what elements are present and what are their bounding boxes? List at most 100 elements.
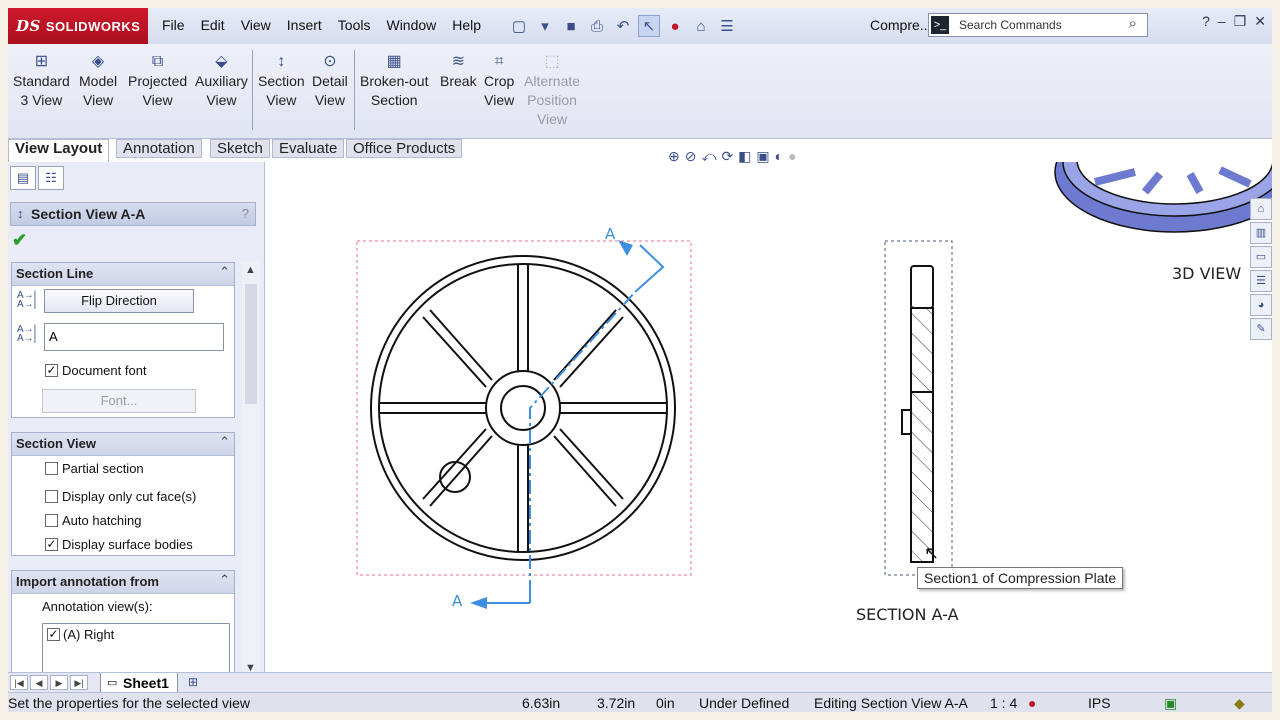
tab-office-products[interactable]: Office Products <box>346 139 463 158</box>
crop-view-button[interactable]: ⌗ Crop View <box>484 52 514 110</box>
select-pointer-icon[interactable]: ↖ <box>638 15 660 37</box>
appearance-icon[interactable]: ● <box>788 148 796 165</box>
break-button[interactable]: ≋ Break <box>440 52 477 91</box>
help-icon[interactable]: ▣ <box>1164 695 1177 712</box>
section-label-top[interactable]: A <box>605 225 615 243</box>
font-button[interactable]: Font... <box>42 389 196 413</box>
section-arrow-top-icon <box>618 240 633 256</box>
feature-manager-tab-icon[interactable]: ▤ <box>10 166 36 190</box>
undo-icon[interactable]: ↶ <box>612 15 634 37</box>
zoom-to-fit-icon[interactable]: ⊕ <box>668 148 680 165</box>
standard-3-view-button[interactable]: ⊞ Standard 3 View <box>13 52 70 110</box>
restore-icon[interactable]: ❐ <box>1234 13 1247 30</box>
partial-section-checkbox[interactable] <box>45 462 58 475</box>
minimize-icon[interactable]: – <box>1218 13 1226 30</box>
scroll-up-icon[interactable]: ▲ <box>245 264 256 276</box>
view-palette-icon[interactable]: ☰ <box>1250 270 1272 292</box>
options-icon[interactable]: ☰ <box>716 15 738 37</box>
help-icon[interactable]: ? <box>1202 13 1210 30</box>
search-placeholder: Search Commands <box>959 18 1062 32</box>
custom-properties-icon[interactable]: ✎ <box>1250 318 1272 340</box>
zoom-to-area-icon[interactable]: ⊘ <box>685 148 697 165</box>
auto-hatching-checkbox[interactable] <box>45 514 58 527</box>
first-sheet-icon[interactable]: |◀ <box>10 675 28 690</box>
tab-view-layout[interactable]: View Layout <box>8 139 110 162</box>
mouse-pointer-icon: ↖ <box>924 543 940 563</box>
rebuild-icon[interactable]: ● <box>664 15 686 37</box>
search-icon[interactable]: ⌕ <box>1129 15 1137 32</box>
section-view-label[interactable]: SECTION A-A <box>856 605 959 624</box>
previous-view-icon[interactable]: ⤺ <box>701 148 716 165</box>
close-icon[interactable]: ✕ <box>1254 13 1266 30</box>
alternate-position-view-button[interactable]: ⬚ Alternate Position View <box>524 52 580 129</box>
model-view-button[interactable]: ◈ Model View <box>79 52 117 110</box>
file-properties-icon[interactable]: ⌂ <box>690 15 712 37</box>
open-folder-icon[interactable]: ▾ <box>534 15 556 37</box>
status-units[interactable]: IPS <box>1088 695 1111 711</box>
menu-insert[interactable]: Insert <box>279 17 330 33</box>
drawing-svg <box>356 162 1272 609</box>
view-orientation-icon[interactable]: ▣ <box>756 148 769 165</box>
broken-out-section-icon: ▦ <box>386 53 402 70</box>
save-icon[interactable]: ■ <box>560 15 582 37</box>
rebuild-indicator-icon[interactable]: ● <box>1028 695 1036 711</box>
menu-file[interactable]: File <box>154 17 193 33</box>
print-icon[interactable]: ⎙ <box>586 15 608 37</box>
notification-icon[interactable]: ◆ <box>1234 695 1245 712</box>
appearances-icon[interactable]: ◕ <box>1250 294 1272 316</box>
last-sheet-icon[interactable]: ▶| <box>70 675 88 690</box>
drawing-canvas[interactable]: A A SECTION A-A 3D VIEW ↖ <box>265 162 1272 672</box>
file-explorer-icon[interactable]: ▭ <box>1250 246 1272 268</box>
rotate-view-icon[interactable]: ⟳ <box>721 148 733 165</box>
section-label-input[interactable]: A <box>44 323 224 351</box>
collapse-icon[interactable]: ⌃ <box>219 264 230 280</box>
section-view-icon[interactable]: ◧ <box>738 148 751 165</box>
tab-evaluate[interactable]: Evaluate <box>272 139 345 158</box>
ok-check-icon[interactable]: ✔ <box>12 230 27 251</box>
new-document-icon[interactable]: ▢ <box>508 15 530 37</box>
collapse-icon[interactable]: ⌃ <box>219 572 230 588</box>
flip-direction-button[interactable]: Flip Direction <box>44 289 194 313</box>
hide-show-icon[interactable]: ◐ <box>775 148 783 165</box>
partial-section-label: Partial section <box>62 461 144 476</box>
solidworks-logo[interactable]: DS SOLIDWORKS <box>8 8 148 44</box>
scroll-thumb[interactable] <box>245 284 257 404</box>
property-manager-tab-icon[interactable]: ☷ <box>38 166 64 190</box>
prev-sheet-icon[interactable]: ◀ <box>30 675 48 690</box>
projected-view-button[interactable]: ⧉ Projected View <box>128 52 187 110</box>
display-surface-bodies-checkbox[interactable]: ✓ <box>45 538 58 551</box>
broken-out-section-button[interactable]: ▦ Broken-out Section <box>360 52 428 110</box>
menu-view[interactable]: View <box>233 17 279 33</box>
tab-sketch[interactable]: Sketch <box>210 139 270 158</box>
section-line-header[interactable]: Section Line ⌃ <box>12 263 234 286</box>
document-font-checkbox[interactable]: ✓ <box>45 364 58 377</box>
add-sheet-icon[interactable]: ⊞ <box>188 675 198 689</box>
menu-window[interactable]: Window <box>378 17 444 33</box>
status-scale[interactable]: 1 : 4 <box>990 695 1017 711</box>
annotation-views-label: Annotation view(s): <box>42 599 153 614</box>
section-view-button[interactable]: ↕ Section View <box>258 52 305 110</box>
section-label-bottom[interactable]: A <box>452 592 462 610</box>
display-only-cut-faces-checkbox[interactable] <box>45 490 58 503</box>
auxiliary-view-button[interactable]: ⬙ Auxiliary View <box>195 52 248 110</box>
menu-tools[interactable]: Tools <box>330 17 379 33</box>
panel-scrollbar[interactable]: ▲ ▼ <box>242 262 260 682</box>
next-sheet-icon[interactable]: ▶ <box>50 675 68 690</box>
detail-view-button[interactable]: ⊙ Detail View <box>312 52 348 110</box>
3d-view-label[interactable]: 3D VIEW <box>1172 264 1241 283</box>
collapse-icon[interactable]: ⌃ <box>219 434 230 450</box>
help-icon[interactable]: ? <box>242 206 249 221</box>
home-icon[interactable]: ⌂ <box>1250 198 1272 220</box>
import-annotation-header[interactable]: Import annotation from ⌃ <box>12 571 234 594</box>
menu-edit[interactable]: Edit <box>193 17 233 33</box>
menu-help[interactable]: Help <box>444 17 489 33</box>
sheet-tab[interactable]: ▭ Sheet1 <box>100 673 178 694</box>
annotation-views-list[interactable]: ✓ (A) Right <box>42 623 230 679</box>
section-view-header[interactable]: Section View ⌃ <box>12 433 234 456</box>
status-y: 3.72in <box>597 695 636 711</box>
menu-bar: File Edit View Insert Tools Window Help <box>154 17 489 33</box>
tab-annotation[interactable]: Annotation <box>116 139 202 158</box>
annotation-view-checkbox[interactable]: ✓ <box>47 628 60 641</box>
search-commands-box[interactable]: >_ Search Commands ⌕ <box>928 13 1148 37</box>
design-library-icon[interactable]: ▥ <box>1250 222 1272 244</box>
